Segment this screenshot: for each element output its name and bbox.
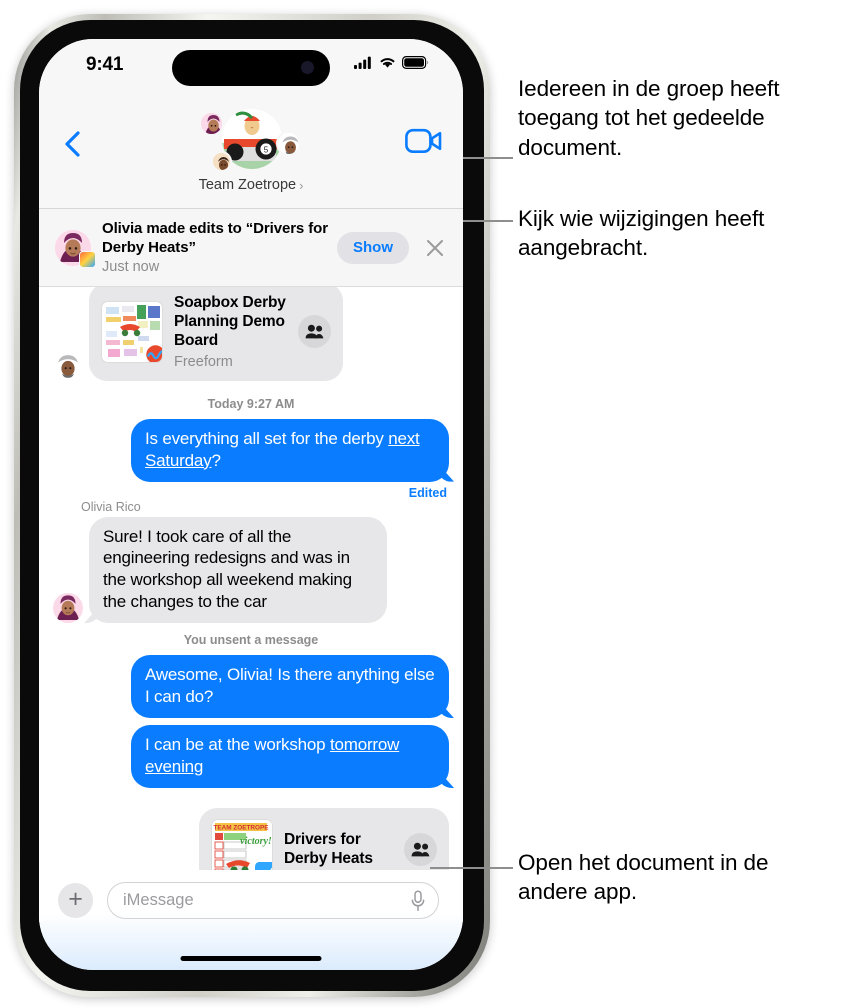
message-text: Is everything all set for the derby [145,428,389,448]
message-text: Awesome, Olivia! Is there anything else … [145,665,435,707]
edited-badge: Edited [408,485,447,500]
shared-document-card-soapbox[interactable]: Soapbox Derby Planning Demo Board Freefo… [89,287,343,381]
close-x-icon [427,239,443,256]
message-bubble-outgoing[interactable]: Awesome, Olivia! Is there anything else … [131,655,449,719]
add-attachment-button[interactable]: + [58,883,93,918]
battery-icon [402,56,429,69]
status-bar-indicators [354,56,429,69]
message-bubble-outgoing[interactable]: Is everything all set for the derby next… [131,418,449,482]
group-avatar-stack[interactable]: 5 [188,107,314,179]
wifi-icon [380,58,395,68]
banner-title: Olivia made edits to “Drivers for Derby … [102,220,328,256]
banner-timestamp: Just now [102,258,160,275]
message-field-container[interactable] [107,882,439,919]
message-text: Sure! I took care of all the engineering… [103,526,352,612]
message-text-tail: ? [211,450,221,470]
status-bar: 9:41 [39,39,463,93]
memoji-gray-hat-avatar [53,350,83,381]
navigation-bar: 5 Team Zoetrope › [39,93,463,209]
callout-group-access: Iedereen in de groep heeft toegang tot h… [518,76,780,160]
svg-text:victory!: victory! [240,836,272,847]
two-people-icon [305,325,324,339]
group-title-button[interactable]: Team Zoetrope › [199,177,304,193]
collaborators-button[interactable] [298,315,331,349]
home-indicator[interactable] [180,956,322,961]
leader-line-3 [430,867,513,869]
show-button[interactable]: Show [337,231,409,264]
iphone-frame: 9:41 5 Team Zoetrope › Olivia made edits… [14,14,490,997]
doc-card-title: Drivers for Derby Heats [284,831,373,867]
chevron-right-icon: › [299,177,304,193]
message-row-incoming-1: Sure! I took care of all the engineering… [39,516,463,624]
sender-name-label: Olivia Rico [81,499,141,514]
doc-card-title: Soapbox Derby Planning Demo Board [174,294,286,349]
iphone-bezel: 9:41 5 Team Zoetrope › Olivia made edits… [20,20,484,991]
svg-text:TEAM ZOETROPE: TEAM ZOETROPE [213,825,269,832]
memoji-olivia-avatar [53,593,83,624]
message-bubble-incoming[interactable]: Sure! I took care of all the engineering… [89,516,387,624]
collaborators-button[interactable] [404,833,437,867]
group-title-label: Team Zoetrope [198,177,297,193]
message-row-outgoing-3: I can be at the workshop tomorrow evenin… [39,725,463,788]
svg-text:5: 5 [264,146,269,155]
message-row-outgoing-1: Is everything all set for the derby next… [39,418,463,482]
screenshot-root: 9:41 5 Team Zoetrope › Olivia made edits… [0,0,843,1008]
freeform-app-icon [143,341,162,362]
doc-card-app-name: Freeform [174,353,233,370]
callout-see-changes: Kijk wie wijzigingen heeft aangebracht. [518,206,765,261]
memoji-gray-hat-avatar [276,131,301,156]
message-bubble-outgoing[interactable]: I can be at the workshop tomorrow evenin… [131,725,449,788]
cellular-signal-icon [354,56,371,69]
group-header[interactable]: 5 Team Zoetrope › [39,107,463,193]
doc-card-text: Drivers for Derby Heats [284,831,393,869]
plus-icon: + [68,884,83,913]
freeform-board-thumbnail [101,300,163,363]
close-banner-button[interactable] [421,234,449,262]
message-text: I can be at the workshop [145,735,330,755]
dynamic-island [172,50,330,86]
front-camera-icon [301,61,314,74]
conversation-scroll-area[interactable]: Soapbox Derby Planning Demo Board Freefo… [39,287,463,923]
doc-card-text: Soapbox Derby Planning Demo Board Freefo… [174,294,287,370]
memoji-small-avatar [211,151,232,172]
dictation-button[interactable] [410,889,426,912]
microphone-icon [411,889,425,911]
memoji-olivia-avatar [199,111,224,136]
banner-text-group: Olivia made edits to “Drivers for Derby … [102,220,337,275]
message-input[interactable] [123,891,410,910]
message-row-outgoing-2: Awesome, Olivia! Is there anything else … [39,655,463,719]
two-people-icon [411,843,430,857]
edit-notification-banner[interactable]: Olivia made edits to “Drivers for Derby … [39,209,463,287]
system-note-unsent: You unsent a message [183,633,319,648]
freeform-app-badge [79,250,96,268]
message-row-doc-card-top: Soapbox Derby Planning Demo Board Freefo… [39,287,463,381]
callout-open-document: Open het document in de andere app. [518,850,769,905]
status-bar-time: 9:41 [86,54,124,75]
iphone-screen: 9:41 5 Team Zoetrope › Olivia made edits… [39,39,463,970]
message-input-bar: + [39,870,463,970]
conversation-timestamp: Today 9:27 AM [207,396,295,411]
banner-avatar [55,229,96,268]
